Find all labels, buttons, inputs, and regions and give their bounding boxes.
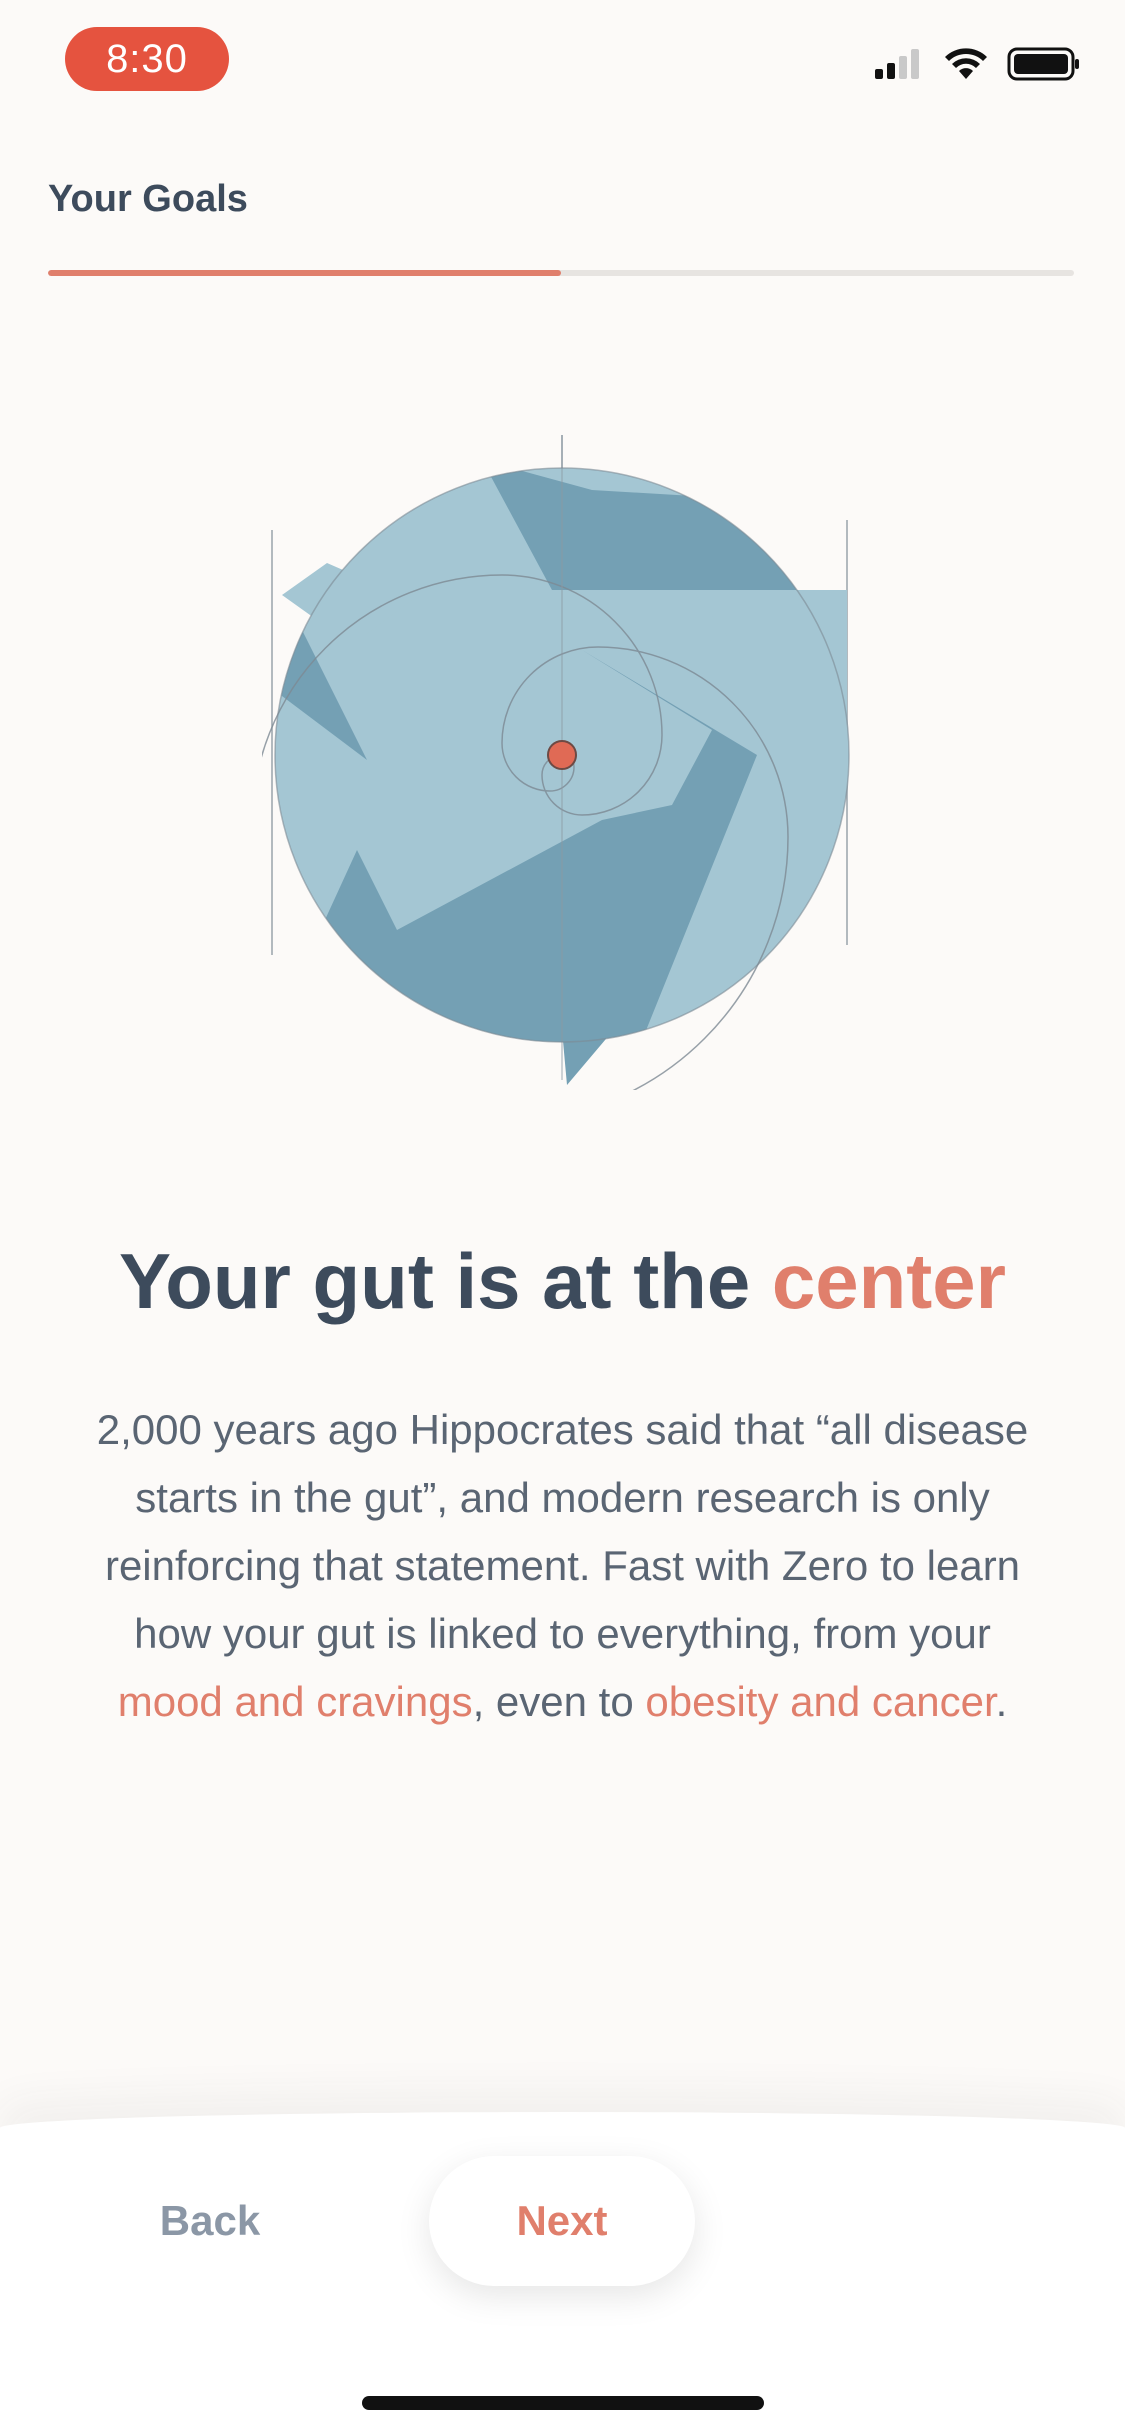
- next-button[interactable]: Next: [429, 2156, 695, 2286]
- gut-spiral-illustration: [251, 430, 862, 1123]
- obesity-and-cancer-link[interactable]: obesity and cancer: [645, 1678, 995, 1725]
- home-indicator[interactable]: [362, 2396, 764, 2410]
- status-icons: [873, 46, 1081, 87]
- progress-fill: [48, 270, 561, 276]
- description-part-1: 2,000 years ago Hippocrates said that “a…: [96, 1406, 1029, 1657]
- description-part-2: , even to: [472, 1678, 646, 1725]
- status-time: 8:30: [65, 27, 229, 91]
- headline-text: Your gut is at the: [118, 1237, 751, 1325]
- back-button[interactable]: Back: [120, 2176, 300, 2266]
- cellular-signal-icon: [873, 47, 925, 86]
- description-text: 2,000 years ago Hippocrates said that “a…: [95, 1396, 1030, 1736]
- headline: Your gut is at the center: [0, 1236, 1125, 1327]
- headline-highlight: center: [771, 1237, 1007, 1325]
- page-title: Your Goals: [48, 178, 248, 220]
- wifi-icon: [943, 47, 989, 86]
- progress-bar: [48, 270, 1074, 276]
- mood-and-cravings-link[interactable]: mood and cravings: [118, 1678, 473, 1725]
- battery-icon: [1007, 46, 1081, 87]
- description-part-3: .: [995, 1678, 1008, 1725]
